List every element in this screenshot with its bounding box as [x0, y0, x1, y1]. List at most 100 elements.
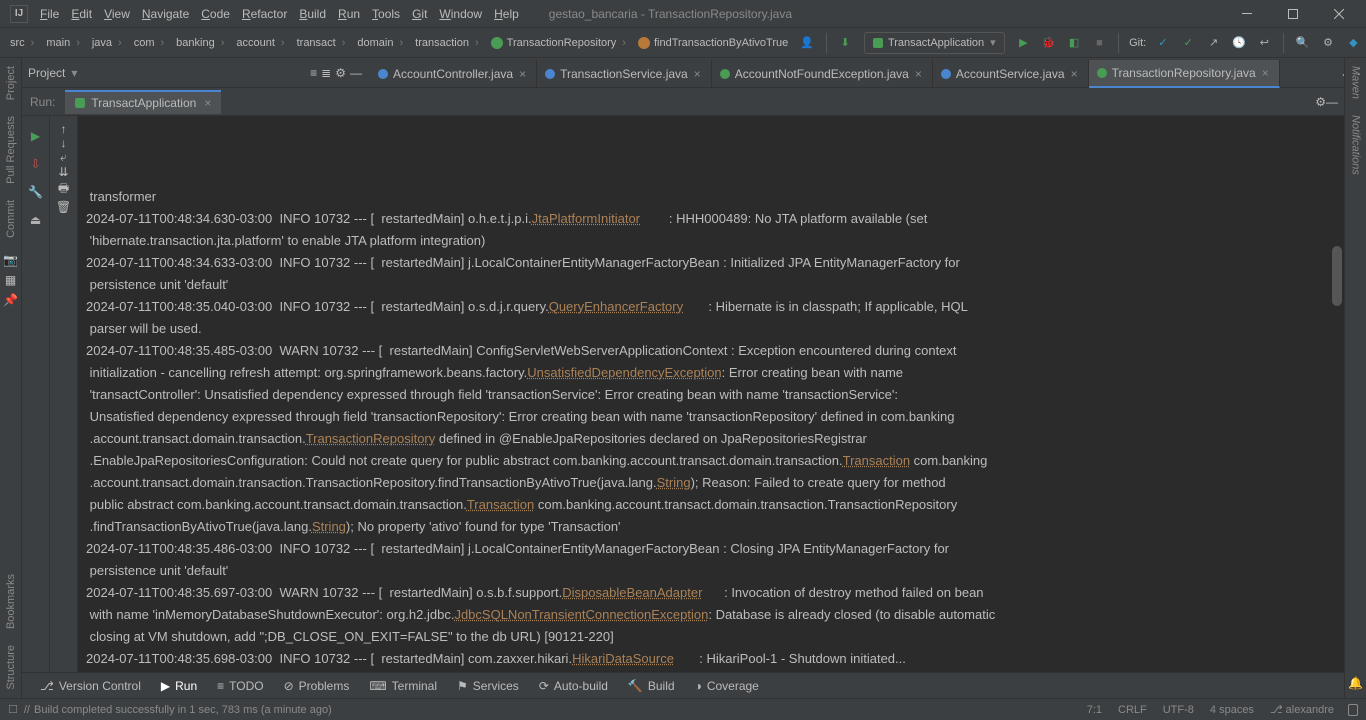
tool-version-control[interactable]: ⎇Version Control	[30, 673, 151, 699]
stop-icon[interactable]: ⇩	[26, 154, 46, 174]
ide-update-icon[interactable]: ◆	[1343, 32, 1364, 54]
close-icon[interactable]: ×	[915, 67, 922, 81]
bookmarks-tool-button[interactable]: Bookmarks	[5, 566, 17, 637]
tool-coverage[interactable]: ◑Coverage	[685, 673, 769, 699]
menu-view[interactable]: View	[98, 0, 136, 28]
minimize-button[interactable]	[1224, 0, 1270, 28]
coverage-button[interactable]: ◧	[1063, 32, 1084, 54]
db-icon[interactable]: ▦	[1, 270, 21, 290]
push-pin-icon[interactable]: 📌	[1, 290, 21, 310]
debug-button[interactable]: 🐞	[1038, 32, 1059, 54]
down-icon[interactable]: ↓	[61, 136, 67, 150]
crumb-transaction[interactable]: transaction	[409, 32, 484, 54]
print-icon[interactable]: 🖶	[58, 179, 69, 200]
status-icon[interactable]: ☐	[8, 703, 18, 716]
console-line: 'transactController': Unsatisfied depend…	[86, 384, 1336, 406]
line-sep[interactable]: CRLF	[1110, 704, 1155, 716]
file-tab-TransactionRepository.java[interactable]: TransactionRepository.java×	[1089, 60, 1280, 88]
tool-services[interactable]: ⚑Services	[447, 673, 529, 699]
close-icon[interactable]: ×	[694, 67, 701, 81]
git-revert-icon[interactable]: ↩	[1254, 32, 1275, 54]
run-settings-icon[interactable]: ⚙	[1315, 95, 1326, 109]
build-icon[interactable]: ⬇	[835, 32, 856, 54]
structure-tool-button[interactable]: Structure	[5, 637, 17, 698]
hide-run-icon[interactable]: —	[1326, 95, 1338, 109]
crumb-transact[interactable]: transact	[291, 32, 352, 54]
close-icon[interactable]: ×	[519, 67, 526, 81]
rerun-icon[interactable]: ▶	[26, 126, 46, 146]
stop-button[interactable]: ■	[1089, 32, 1110, 54]
tool-problems[interactable]: ⊘Problems	[274, 673, 360, 699]
menu-refactor[interactable]: Refactor	[236, 0, 293, 28]
indent[interactable]: 4 spaces	[1202, 704, 1262, 716]
up-icon[interactable]: ↑	[61, 122, 67, 136]
project-tool-header[interactable]: Project ▾ ≡ ≣ ⚙ —	[0, 66, 370, 80]
menu-edit[interactable]: Edit	[65, 0, 98, 28]
tool-todo[interactable]: ≡TODO	[207, 673, 273, 699]
git-commit-icon[interactable]: ✓	[1178, 32, 1199, 54]
file-tab-AccountNotFoundException.java[interactable]: AccountNotFoundException.java×	[712, 60, 933, 88]
menu-run[interactable]: Run	[332, 0, 366, 28]
menu-help[interactable]: Help	[488, 0, 525, 28]
file-tab-TransactionService.java[interactable]: TransactionService.java×	[537, 60, 712, 88]
tool-settings-icon[interactable]: ⚙	[335, 66, 346, 80]
user-icon[interactable]: 👤	[796, 32, 817, 54]
file-tab-AccountController.java[interactable]: AccountController.java×	[370, 60, 537, 88]
crumb-findTransactionByAtivoTrue[interactable]: findTransactionByAtivoTrue	[632, 32, 794, 54]
menu-tools[interactable]: Tools	[366, 0, 406, 28]
select-opened-icon[interactable]: ≡	[310, 66, 317, 80]
close-button[interactable]	[1316, 0, 1362, 28]
close-icon[interactable]: ×	[1262, 66, 1269, 80]
scroll-end-icon[interactable]: ⇊	[58, 165, 68, 179]
git-branch[interactable]: ⎇ alexandre	[1262, 703, 1342, 716]
crumb-java[interactable]: java	[86, 32, 128, 54]
crumb-com[interactable]: com	[128, 32, 170, 54]
run-tab[interactable]: TransactApplication ×	[65, 90, 221, 114]
encoding[interactable]: UTF-8	[1155, 704, 1202, 716]
wrench-icon[interactable]: 🔧	[26, 182, 46, 202]
tool-terminal[interactable]: ⌨Terminal	[359, 673, 447, 699]
settings-icon[interactable]: ⚙	[1317, 32, 1338, 54]
git-history-icon[interactable]: 🕓	[1228, 32, 1249, 54]
tool-auto-build[interactable]: ⟳Auto-build	[529, 673, 618, 699]
notifications-tool-button[interactable]: Notifications	[1350, 107, 1362, 183]
bell-icon[interactable]: 🔔	[1348, 676, 1363, 690]
expand-all-icon[interactable]: ≣	[321, 66, 331, 80]
soft-wrap-icon[interactable]: ⤶	[60, 150, 67, 165]
maximize-button[interactable]	[1270, 0, 1316, 28]
crumb-TransactionRepository[interactable]: TransactionRepository	[485, 32, 632, 54]
project-tool-button[interactable]: Project	[5, 58, 17, 108]
lock-icon[interactable]	[1348, 704, 1358, 716]
clear-icon[interactable]: 🗑	[56, 200, 71, 214]
tool-build[interactable]: 🔨Build	[618, 673, 685, 699]
file-tab-AccountService.java[interactable]: AccountService.java×	[933, 60, 1089, 88]
commit-tool-button[interactable]: Commit	[5, 192, 17, 246]
close-icon[interactable]: ×	[1071, 67, 1078, 81]
crumb-domain[interactable]: domain	[351, 32, 409, 54]
crumb-account[interactable]: account	[230, 32, 290, 54]
maven-tool-button[interactable]: Maven	[1350, 58, 1362, 107]
menu-navigate[interactable]: Navigate	[136, 0, 195, 28]
menu-file[interactable]: File	[34, 0, 65, 28]
caret-position[interactable]: 7:1	[1079, 704, 1110, 716]
git-push-icon[interactable]: ↗	[1203, 32, 1224, 54]
crumb-banking[interactable]: banking	[170, 32, 230, 54]
git-pull-icon[interactable]: ✓	[1152, 32, 1173, 54]
menu-window[interactable]: Window	[433, 0, 488, 28]
hide-tool-icon[interactable]: —	[350, 66, 362, 80]
run-config-selector[interactable]: TransactApplication ▾	[864, 32, 1005, 54]
crumb-src[interactable]: src	[4, 32, 40, 54]
menu-code[interactable]: Code	[195, 0, 236, 28]
crumb-main[interactable]: main	[40, 32, 86, 54]
exit-icon[interactable]: ⏏	[26, 210, 46, 230]
pull-requests-tool-button[interactable]: Pull Requests	[5, 108, 17, 192]
search-icon[interactable]: 🔍	[1292, 32, 1313, 54]
camera-icon[interactable]: 📷	[1, 250, 21, 270]
menu-build[interactable]: Build	[293, 0, 332, 28]
close-icon[interactable]: ×	[204, 96, 211, 110]
scrollbar[interactable]	[1332, 246, 1342, 306]
tool-run[interactable]: ▶Run	[151, 673, 207, 699]
menu-git[interactable]: Git	[406, 0, 433, 28]
run-button[interactable]: ▶	[1013, 32, 1034, 54]
console-output[interactable]: transformer2024-07-11T00:48:34.630-03:00…	[78, 116, 1344, 672]
